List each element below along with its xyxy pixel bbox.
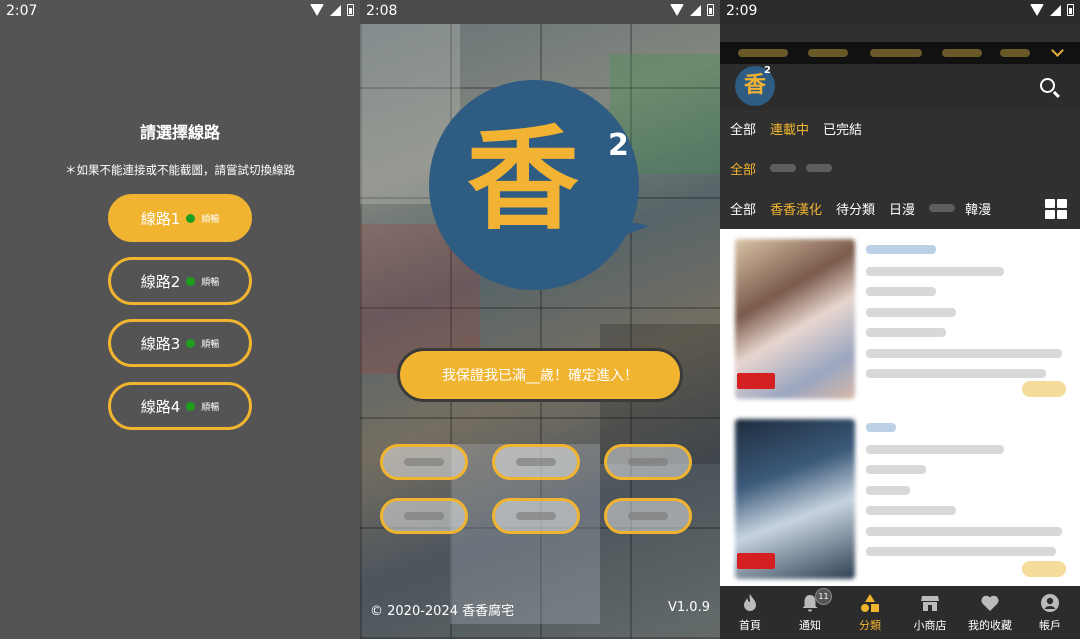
filter-category-unsorted[interactable]: 待分類 <box>836 199 875 218</box>
route-status: 順暢 <box>201 339 220 350</box>
age-gate-screen: 2:08 香 2 我保證我已滿__歲！確定進入！ © 2020-2024 香香腐… <box>360 0 720 639</box>
filter-status-ongoing[interactable]: 連載中 <box>770 119 809 138</box>
route-button-4[interactable]: 線路4 順暢 <box>108 382 252 430</box>
nav-label: 通知 <box>799 619 821 632</box>
announcement-marquee[interactable] <box>720 42 1080 64</box>
filter-category-xx-translation[interactable]: 香香漢化 <box>770 199 822 218</box>
nav-label: 分類 <box>859 619 881 632</box>
route-select-title: 請選擇線路 <box>139 123 220 142</box>
filter-category-all[interactable]: 全部 <box>730 199 756 218</box>
route-status: 順暢 <box>201 402 220 413</box>
store-icon <box>921 596 939 611</box>
nav-home[interactable]: 首頁 <box>720 586 780 639</box>
route-button-1[interactable]: 線路1 順暢 <box>108 194 252 242</box>
filter-status-row: 全部 連載中 已完結 <box>720 108 1080 148</box>
route-button-2[interactable]: 線路2 順暢 <box>108 257 252 305</box>
comic-list <box>720 229 1080 586</box>
status-time: 2:07 <box>6 3 38 19</box>
list-item[interactable] <box>720 229 1080 401</box>
account-icon <box>1041 594 1059 612</box>
category-screen: 2:09 香 2 全部 連載中 已完結 全部 全部 香香漢化 待分類 日漫 韓漫 <box>720 0 1080 639</box>
status-time: 2:09 <box>726 3 758 19</box>
status-dot-icon <box>186 276 196 286</box>
nav-favorites[interactable]: 我的收藏 <box>960 586 1020 639</box>
status-bar: 2:09 <box>720 0 1080 24</box>
status-dot-icon <box>186 213 196 223</box>
signal-icon <box>690 4 701 16</box>
more-button[interactable] <box>1022 381 1066 397</box>
route-select-hint: ＊如果不能連接或不能截圖，請嘗試切換線路 <box>65 163 295 177</box>
wifi-icon <box>310 4 324 16</box>
route-label: 線路1 <box>140 209 181 228</box>
nav-category[interactable]: 分類 <box>840 586 900 639</box>
battery-icon <box>707 4 714 16</box>
filter-status-completed[interactable]: 已完結 <box>823 119 862 138</box>
filter-status-all[interactable]: 全部 <box>730 119 756 138</box>
copyright-text: © 2020-2024 香香腐宅 <box>370 604 515 619</box>
nav-label: 帳戶 <box>1039 619 1061 632</box>
age-confirm-button[interactable]: 我保證我已滿__歲！確定進入！ <box>397 348 683 402</box>
search-icon[interactable] <box>1040 78 1055 93</box>
nav-store[interactable]: 小商店 <box>900 586 960 639</box>
battery-icon <box>347 4 354 16</box>
notification-badge: 11 <box>815 588 832 605</box>
filter-sort-all[interactable]: 全部 <box>730 159 756 178</box>
battery-icon <box>1067 4 1074 16</box>
route-label: 線路4 <box>140 397 181 416</box>
flame-icon <box>744 594 756 611</box>
cover-badge <box>737 553 775 569</box>
app-logo[interactable]: 香 2 <box>735 65 775 106</box>
blurred-link-button[interactable] <box>380 498 468 534</box>
blurred-link-button[interactable] <box>380 444 468 480</box>
route-status: 順暢 <box>201 277 220 288</box>
wifi-icon <box>670 4 684 16</box>
list-item[interactable] <box>720 409 1080 581</box>
app-logo-superscript: 2 <box>764 65 771 76</box>
signal-icon <box>1050 4 1061 16</box>
more-button[interactable] <box>1022 561 1066 577</box>
blurred-link-button[interactable] <box>492 498 580 534</box>
blurred-filter-chip[interactable] <box>806 164 833 172</box>
filter-category-row: 全部 香香漢化 待分類 日漫 韓漫 <box>720 188 1080 228</box>
status-time: 2:08 <box>366 3 398 19</box>
version-text: V1.0.9 <box>668 600 710 615</box>
blurred-link-button[interactable] <box>492 444 580 480</box>
route-status: 順暢 <box>201 214 220 225</box>
heart-icon <box>981 595 999 611</box>
blurred-link-button[interactable] <box>604 498 692 534</box>
wifi-icon <box>1030 4 1044 16</box>
bottom-nav: 首頁 11 通知 分類 小商店 我的收藏 帳戶 <box>720 586 1080 639</box>
route-label: 線路2 <box>140 272 181 291</box>
status-dot-icon <box>186 338 196 348</box>
nav-label: 首頁 <box>739 619 761 632</box>
grid-view-icon[interactable] <box>1045 199 1067 219</box>
nav-account[interactable]: 帳戶 <box>1020 586 1080 639</box>
blurred-link-button[interactable] <box>604 444 692 480</box>
app-logo-superscript: 2 <box>608 128 629 163</box>
status-bar: 2:08 <box>360 0 720 24</box>
app-logo-char: 香 <box>467 115 579 245</box>
signal-icon <box>330 4 341 16</box>
route-select-screen: 2:07 請選擇線路 ＊如果不能連接或不能截圖，請嘗試切換線路 線路1 順暢 線… <box>0 0 360 639</box>
status-dot-icon <box>186 401 196 411</box>
nav-notifications[interactable]: 11 通知 <box>780 586 840 639</box>
status-bar: 2:07 <box>0 0 360 24</box>
route-button-3[interactable]: 線路3 順暢 <box>108 319 252 367</box>
nav-label: 我的收藏 <box>968 619 1012 632</box>
filter-category-korean[interactable]: 韓漫 <box>965 199 991 218</box>
nav-label: 小商店 <box>913 619 947 632</box>
category-icon <box>861 594 879 612</box>
route-label: 線路3 <box>140 334 181 353</box>
blurred-filter-chip[interactable] <box>770 164 797 172</box>
cover-badge <box>737 373 775 389</box>
filter-sort-row: 全部 <box>720 148 1080 188</box>
blurred-filter-chip[interactable] <box>929 204 956 212</box>
app-logo-char: 香 <box>743 73 766 98</box>
filter-category-japanese[interactable]: 日漫 <box>889 199 915 218</box>
